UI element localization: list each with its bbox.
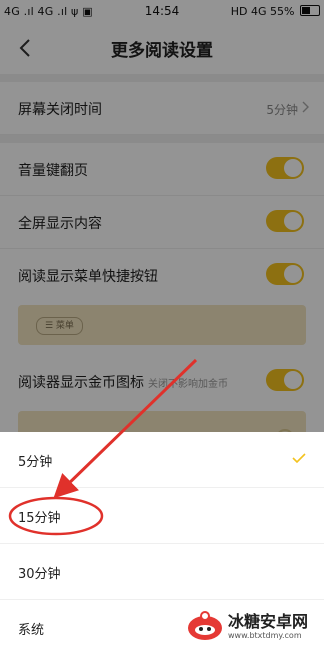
option-label: 系统 — [18, 623, 45, 638]
option-label: 15分钟 — [18, 511, 61, 526]
checkmark-icon — [292, 453, 306, 464]
watermark-name: 冰糖安卓网 — [228, 612, 309, 631]
watermark-logo-icon — [188, 611, 222, 640]
watermark: 冰糖安卓网 www.btxtdmy.com — [186, 602, 318, 648]
option-5-min[interactable]: 5分钟 — [0, 432, 324, 488]
option-label: 5分钟 — [18, 455, 53, 470]
watermark-url: www.btxtdmy.com — [228, 631, 302, 640]
option-label: 30分钟 — [18, 567, 61, 582]
option-30-min[interactable]: 30分钟 — [0, 544, 324, 600]
modal-overlay[interactable] — [0, 0, 324, 432]
option-15-min[interactable]: 15分钟 — [0, 488, 324, 544]
